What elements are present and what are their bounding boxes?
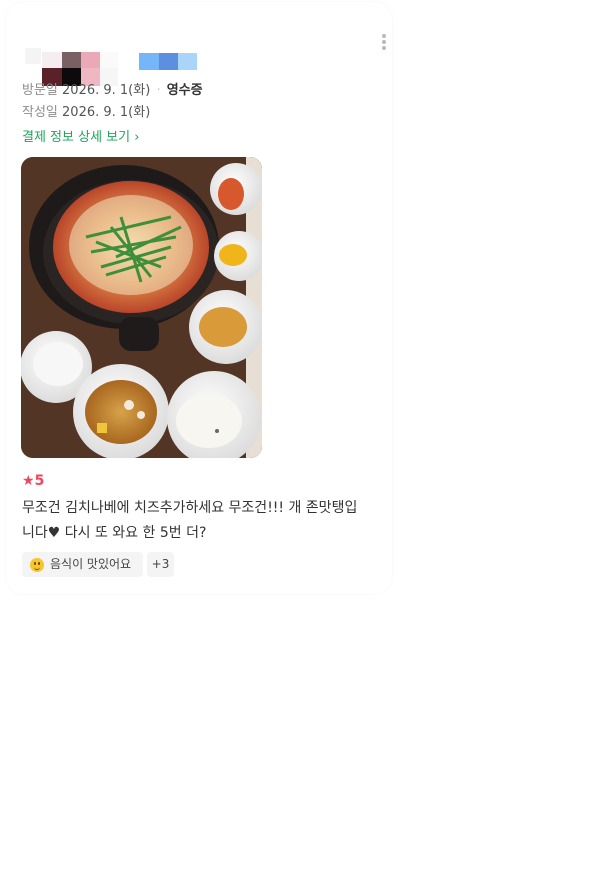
written-label: 작성일 [22,105,58,120]
tag-more-label: +3 [151,557,170,571]
tag-food-label: 음식이 맛있어요 [50,557,132,571]
chevron-right-icon: › [134,130,140,145]
written-date: 2026. 9. 1(화) [62,105,151,120]
rating: ★5 [22,473,44,489]
visit-date: 2026. 9. 1(화) [62,83,151,98]
review-photo[interactable] [21,157,262,458]
visit-date-row: 방문일 2026. 9. 1(화) · 영수증 [22,82,203,100]
food-photo [21,157,262,458]
tag-food-tasty[interactable]: 음식이 맛있어요 [22,552,143,577]
tag-more-button[interactable]: +3 [147,552,174,577]
payment-detail-label: 결제 정보 상세 보기 [22,130,131,145]
receipt-badge: 영수증 [166,83,203,98]
meta-separator: · [156,83,161,98]
written-date-row: 작성일 2026. 9. 1(화) [22,104,150,122]
review-line-1: 무조건 김치나베에 치즈추가하세요 무조건!!! 개 존맛탱입 [22,500,358,516]
review-text: 무조건 김치나베에 치즈추가하세요 무조건!!! 개 존맛탱입 니다♥ 다시 또… [22,496,382,546]
smiley-icon [30,558,44,572]
visit-label: 방문일 [22,83,58,98]
star-icon: ★ [22,473,35,489]
profile-badge-pixelated [139,53,197,70]
rating-value: 5 [34,473,45,489]
review-line-2: 니다♥ 다시 또 와요 한 5번 더? [22,525,207,541]
more-options-button[interactable] [378,34,390,52]
payment-detail-link[interactable]: 결제 정보 상세 보기 › [22,126,139,145]
